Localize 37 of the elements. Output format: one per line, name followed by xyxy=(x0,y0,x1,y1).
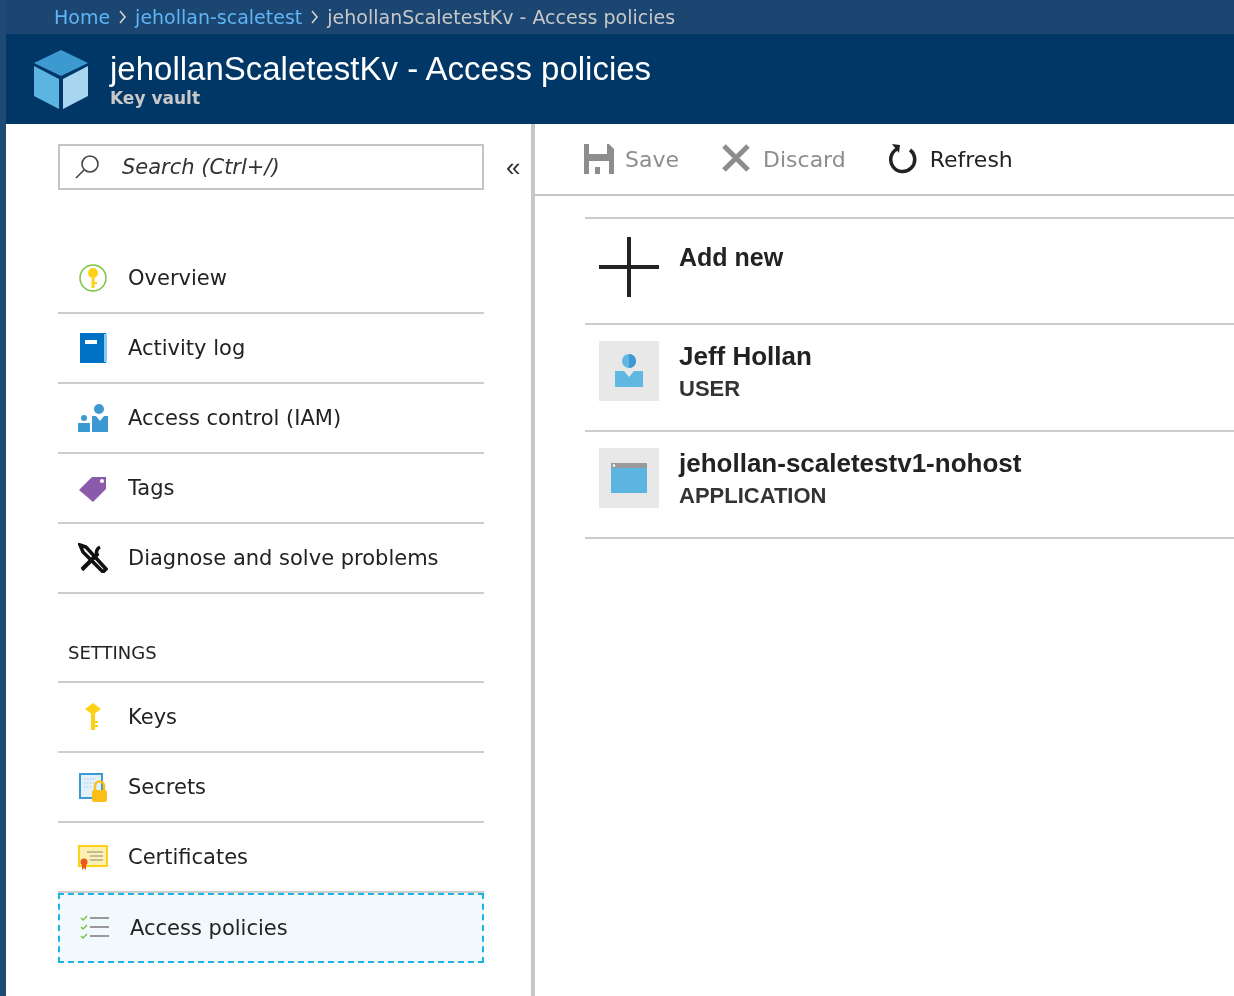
menu-item[interactable]: Diagnose and solve problems xyxy=(58,524,484,594)
add-new-button[interactable]: Add new xyxy=(585,219,1234,325)
menu-item[interactable]: Overview xyxy=(58,244,484,314)
policy-entry[interactable]: Jeff Hollan USER xyxy=(585,325,1234,432)
key-icon xyxy=(78,263,108,293)
people-icon xyxy=(78,403,108,433)
chevron-icon xyxy=(118,10,128,24)
menu-item[interactable]: Activity log xyxy=(58,314,484,384)
search-field[interactable]: Search (Ctrl+/) xyxy=(58,144,484,190)
menu-item[interactable]: Access control (IAM) xyxy=(58,384,484,454)
window-icon xyxy=(609,460,649,496)
breadcrumb-current: jehollanScaletestKv - Access policies xyxy=(327,6,676,28)
chevron-icon xyxy=(310,10,320,24)
page-title: jehollanScaletestKv - Access policies xyxy=(110,50,652,88)
page-subtitle: Key vault xyxy=(110,88,201,108)
menu-item[interactable]: Secrets xyxy=(58,753,484,823)
menu-item[interactable]: Access policies xyxy=(58,893,484,963)
breadcrumb-link[interactable]: Home xyxy=(54,6,111,28)
section-heading: SETTINGS xyxy=(58,594,484,683)
menu-item[interactable]: Keys xyxy=(58,683,484,753)
plus-icon xyxy=(599,237,659,297)
cube-icon xyxy=(32,48,90,110)
breadcrumb-link[interactable]: jehollan-scaletest xyxy=(135,6,303,28)
entry-name: jehollan-scaletestv1-nohost xyxy=(679,448,1022,479)
entry-type: USER xyxy=(679,376,742,402)
search-icon xyxy=(74,154,100,180)
entry-type: APPLICATION xyxy=(679,483,828,509)
save-icon xyxy=(583,143,615,175)
tools-icon xyxy=(78,543,108,573)
menu-item[interactable]: Tags xyxy=(58,454,484,524)
certificate-icon xyxy=(78,842,108,872)
policy-entry[interactable]: jehollan-scaletestv1-nohost APPLICATION xyxy=(585,432,1234,539)
entry-name: Jeff Hollan xyxy=(679,341,812,372)
collapse-button[interactable]: « xyxy=(506,154,521,180)
toolbar-button[interactable]: Refresh xyxy=(887,143,1013,175)
book-icon xyxy=(78,333,108,363)
lock-document-icon xyxy=(78,772,108,802)
